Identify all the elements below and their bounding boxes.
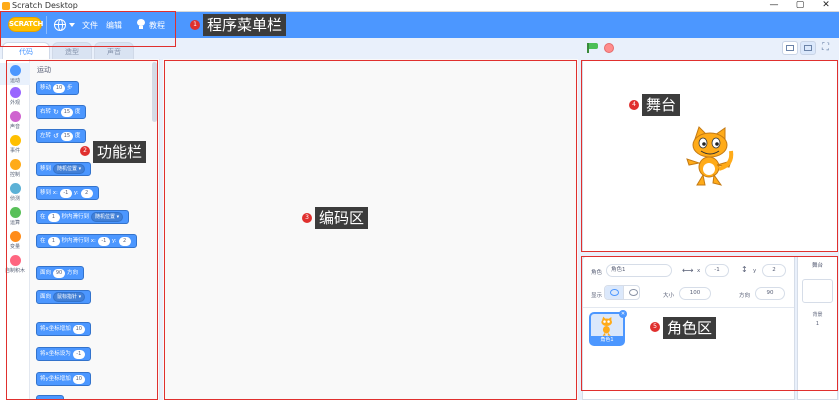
app-icon	[2, 2, 10, 10]
annotation-label-code-area: 编码区	[315, 207, 369, 229]
close-button[interactable]: ✕	[813, 0, 839, 12]
stop-icon[interactable]	[604, 43, 614, 53]
annotation-box-stage	[581, 60, 838, 252]
annotation-marker-4: 4	[629, 100, 639, 110]
annotation-box-code-area	[164, 60, 577, 400]
small-stage-button[interactable]	[782, 41, 798, 55]
annotation-label-function-bar: 功能栏	[93, 141, 147, 163]
annotation-marker-5: 5	[650, 322, 660, 332]
annotation-marker-2: 2	[80, 146, 90, 156]
annotation-label-menubar: 程序菜单栏	[203, 14, 287, 36]
maximize-button[interactable]: ▢	[787, 0, 813, 12]
annotation-marker-3: 3	[302, 213, 312, 223]
fullscreen-icon[interactable]: ⛶	[822, 43, 829, 53]
annotation-box-function-bar	[6, 60, 158, 400]
minimize-button[interactable]: —	[761, 0, 787, 12]
annotation-box-menubar	[0, 11, 176, 47]
annotation-label-stage: 舞台	[642, 94, 681, 116]
window-title: Scratch Desktop	[12, 1, 78, 10]
green-flag-cloth[interactable]	[589, 43, 598, 49]
annotation-marker-1: 1	[190, 20, 200, 30]
scratch-desktop-window: Scratch Desktop — ▢ ✕ SCRATCH 文件 编辑 教程 代…	[0, 0, 839, 400]
annotation-label-sprite-area: 角色区	[663, 317, 717, 339]
normal-stage-button[interactable]	[800, 41, 816, 55]
